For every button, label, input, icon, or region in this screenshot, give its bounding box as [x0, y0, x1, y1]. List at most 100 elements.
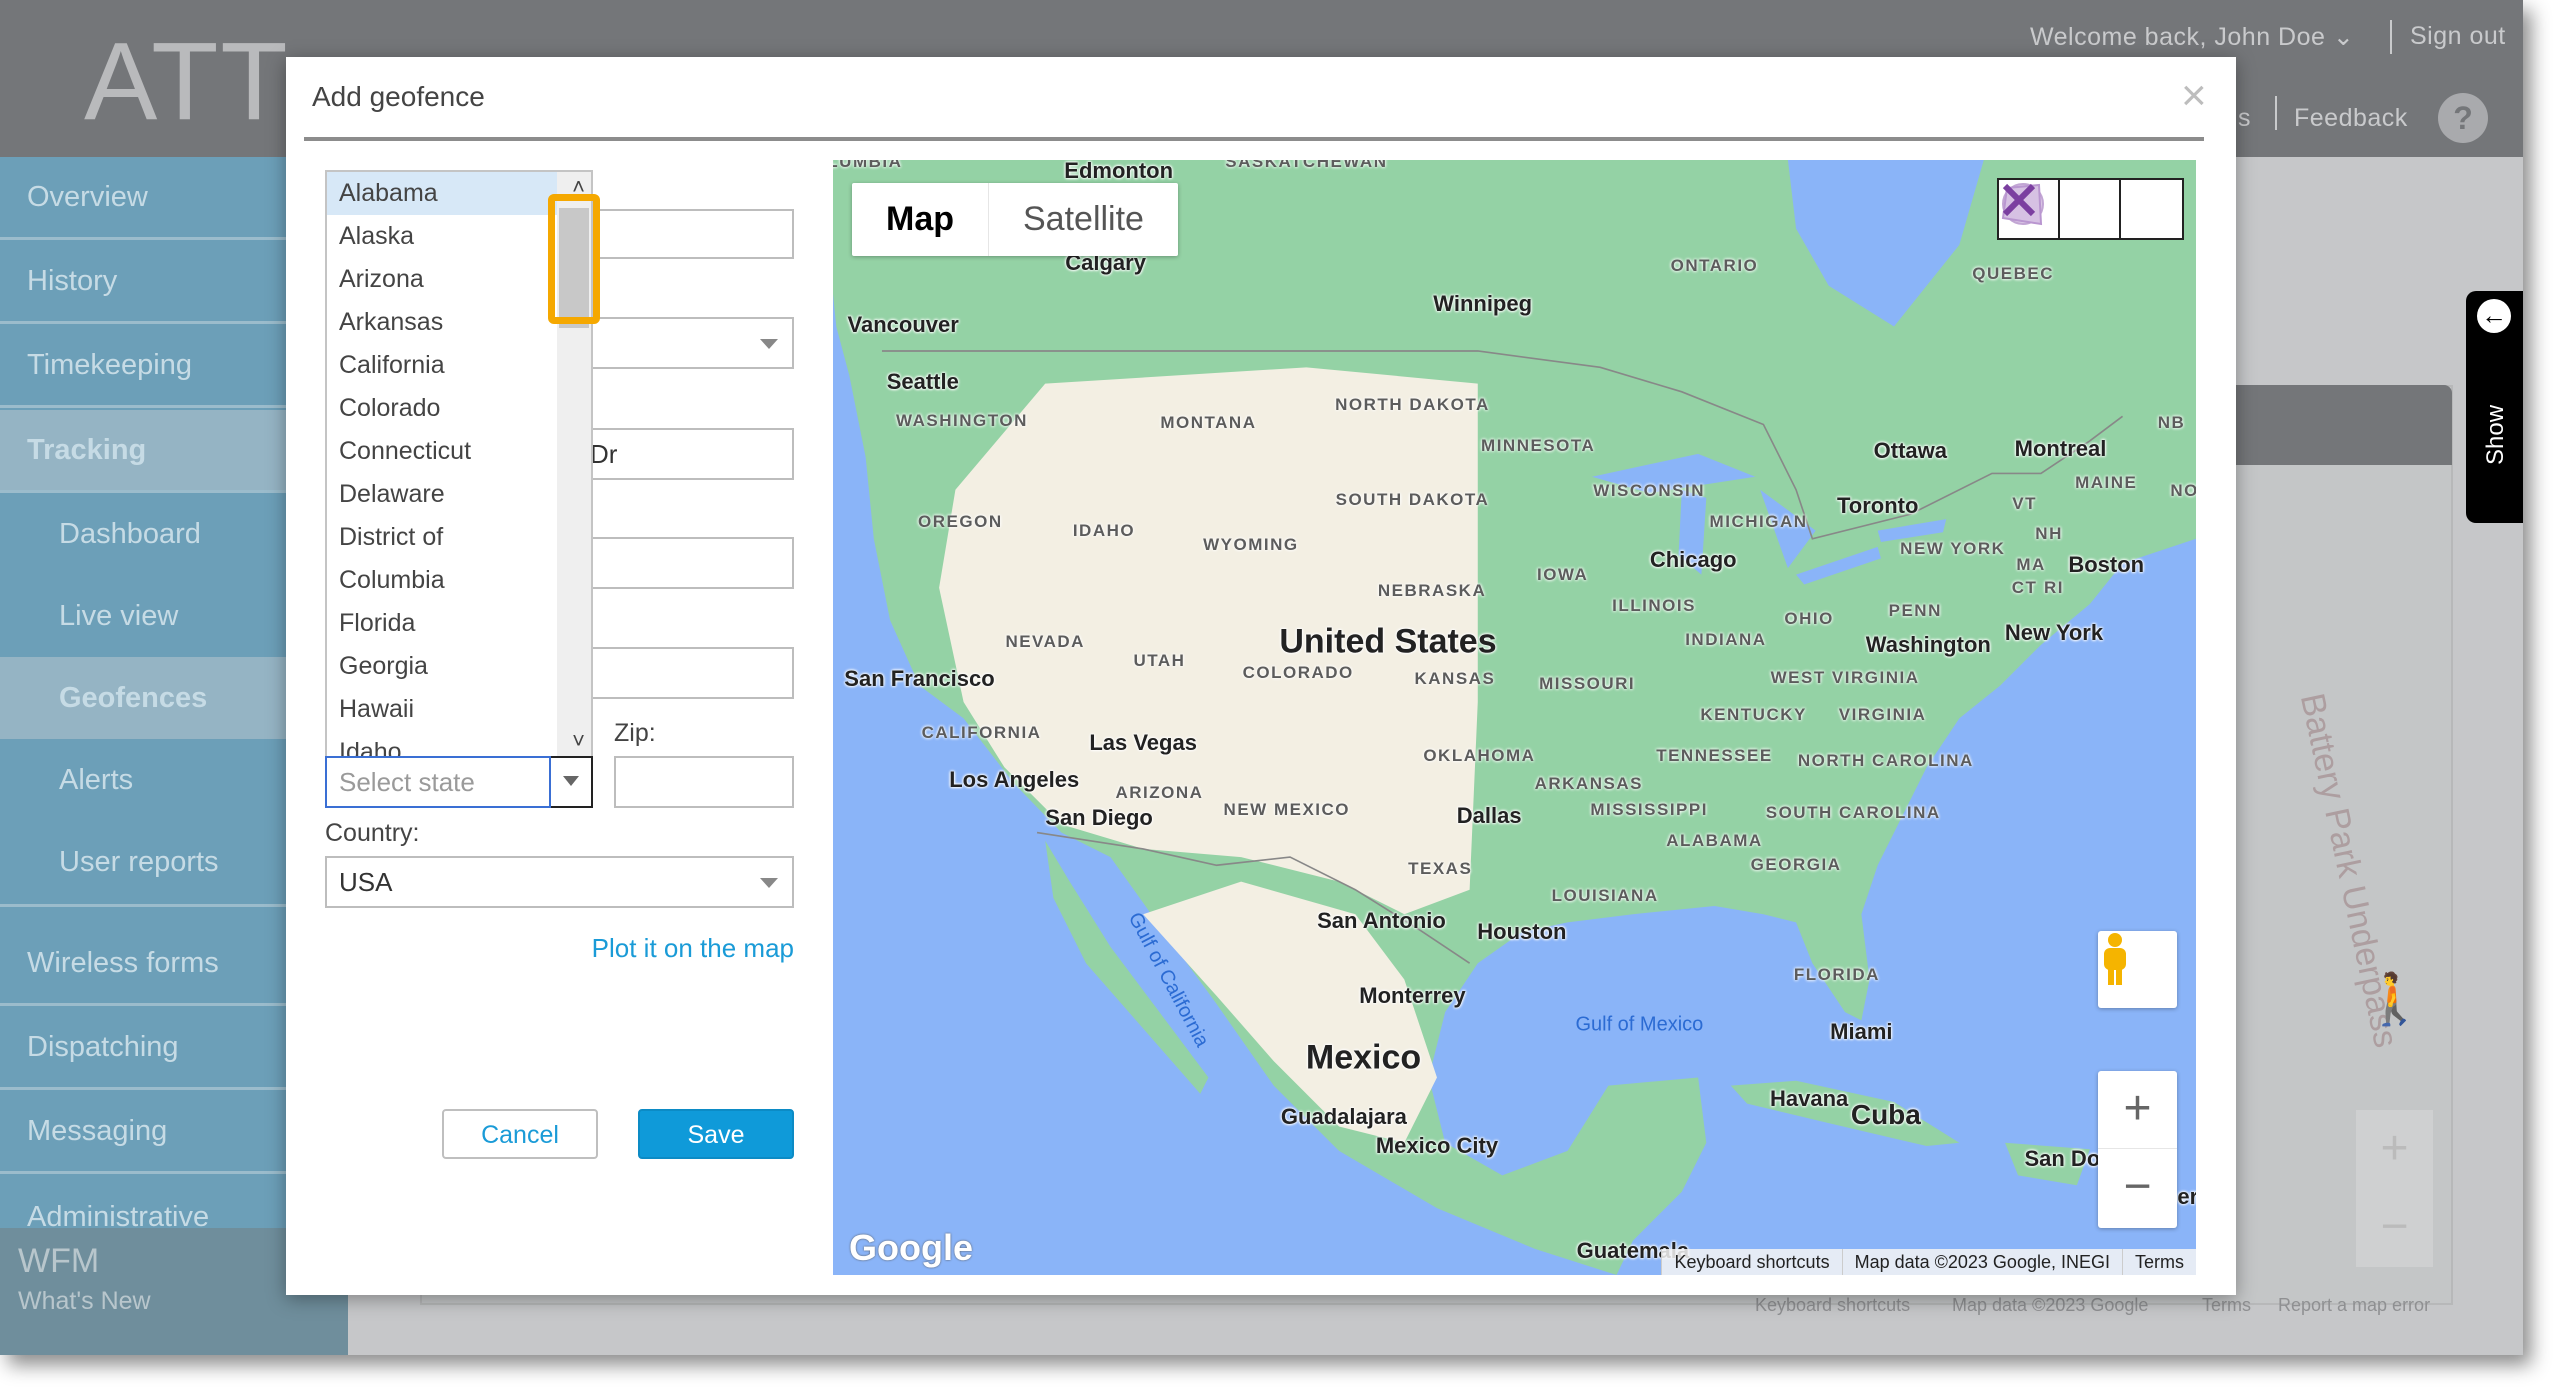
map-label: er — [2177, 1183, 2196, 1209]
map-label: IDAHO — [1072, 520, 1136, 540]
background-zoom-control: + − — [2356, 1110, 2433, 1267]
map-type-map-button[interactable]: Map — [852, 183, 989, 256]
sign-out-link[interactable]: Sign out — [2410, 22, 2506, 51]
map-label: OLUMBIA — [833, 160, 903, 171]
state-option[interactable]: Colorado — [327, 387, 591, 430]
name-input[interactable] — [586, 209, 794, 259]
zoom-out-button[interactable]: − — [2098, 1149, 2177, 1227]
map-label: MA — [2016, 554, 2046, 574]
map-type-satellite-button[interactable]: Satellite — [989, 183, 1178, 256]
map-label: ONTARIO — [1670, 256, 1759, 276]
map-label: SASKATCHEWAN — [1225, 160, 1388, 171]
label: Tracking — [27, 433, 147, 466]
map-label: NORTH CAROLINA — [1797, 750, 1974, 770]
map-label: San Diego — [1045, 804, 1153, 830]
bg-attr[interactable]: Report a map error — [2278, 1295, 2430, 1316]
terms-link[interactable]: Terms — [2122, 1249, 2196, 1275]
help-icon[interactable]: ? — [2438, 93, 2488, 143]
map-label: GEORGIA — [1750, 855, 1842, 875]
map-label: ALABAMA — [1666, 830, 1763, 850]
save-button[interactable]: Save — [638, 1109, 794, 1159]
scroll-down-icon[interactable]: ˅ — [572, 728, 585, 754]
state-option[interactable]: Connecticut — [327, 430, 591, 473]
state-option[interactable]: Hawaii — [327, 688, 591, 731]
clear-shapes-icon[interactable] — [2002, 180, 2182, 238]
map-label: NH — [2035, 523, 2063, 543]
state-dropdown-button[interactable] — [551, 756, 593, 808]
zoom-in-button[interactable]: + — [2098, 1071, 2177, 1149]
show-label: Show — [2482, 404, 2509, 465]
map-label: OKLAHOMA — [1423, 745, 1536, 765]
highlight-box — [548, 194, 600, 324]
map-label: TEXAS — [1408, 858, 1473, 878]
plot-on-map-link[interactable]: Plot it on the map — [306, 933, 794, 964]
city-input[interactable] — [586, 647, 794, 699]
state-option[interactable]: Delaware — [327, 473, 591, 516]
map-type-control: Map Satellite — [852, 183, 1178, 256]
bg-attr: Map data ©2023 Google — [1952, 1295, 2149, 1315]
map-label: Boston — [2068, 551, 2145, 577]
state-option[interactable]: Columbia — [327, 559, 591, 602]
map-label: Seattle — [886, 369, 959, 395]
map-label: Dallas — [1456, 803, 1522, 829]
keyboard-shortcuts-link[interactable]: Keyboard shortcuts — [1661, 1249, 1841, 1275]
map-label: Cuba — [1850, 1099, 1921, 1130]
map-label: ARIZONA — [1115, 783, 1204, 803]
map-label: Winnipeg — [1433, 290, 1533, 316]
cancel-button[interactable]: Cancel — [442, 1109, 598, 1159]
label: Geofences — [59, 681, 208, 714]
pegman-icon[interactable] — [2098, 931, 2177, 1008]
state-option[interactable]: California — [327, 344, 591, 387]
dialog-title: Add geofence — [312, 81, 485, 112]
bg-attr[interactable]: Keyboard shortcuts — [1755, 1295, 1910, 1316]
state-option[interactable]: District of — [327, 516, 591, 559]
state-option[interactable]: Georgia — [327, 645, 591, 688]
map-label: RI — [2043, 577, 2064, 597]
label: Alerts — [59, 763, 134, 796]
map-label: ILLINOIS — [1612, 595, 1696, 615]
welcome-menu[interactable]: Welcome back, John Doe ⌄ — [2030, 22, 2354, 52]
map-label: KENTUCKY — [1700, 705, 1807, 725]
country-select[interactable]: USA — [325, 856, 794, 908]
map-label: CALIFORNIA — [921, 723, 1042, 742]
address-input[interactable]: Dr — [586, 428, 794, 480]
zip-input[interactable] — [614, 756, 794, 808]
state-option[interactable]: Idaho — [327, 731, 591, 756]
map-label: Ottawa — [1873, 437, 1948, 463]
map-label: NEBRASKA — [1377, 580, 1487, 600]
map-data-text: Map data ©2023 Google, INEGI — [1841, 1249, 2122, 1275]
map-label: COLORADO — [1242, 662, 1354, 682]
label: User reports — [59, 846, 219, 878]
show-panel-toggle[interactable]: ← Show — [2466, 291, 2523, 523]
map-label: Edmonton — [1064, 160, 1174, 184]
map-label: Houston — [1477, 919, 1567, 945]
arrow-left-icon: ← — [2477, 299, 2511, 333]
state-input[interactable]: Select state — [325, 756, 551, 808]
state-option[interactable]: Florida — [327, 602, 591, 645]
pegman-icon-faded: 🚶 — [2363, 971, 2426, 1027]
map-label: ARKANSAS — [1534, 773, 1643, 793]
map-label: OHIO — [1784, 608, 1834, 628]
header-link-partial[interactable]: s — [2238, 104, 2251, 133]
type-select[interactable] — [586, 317, 794, 369]
map-label: NO — [2170, 481, 2196, 501]
bg-attr[interactable]: Terms — [2202, 1295, 2251, 1316]
whats-new-link[interactable]: What's New — [18, 1287, 330, 1316]
country-label: Country: — [325, 819, 420, 847]
label: History — [27, 265, 118, 297]
map-label: Miami — [1830, 1018, 1893, 1044]
map-label: VIRGINIA — [1838, 705, 1927, 725]
map-label: NORTH DAKOTA — [1335, 394, 1490, 414]
map-label: Mexico — [1305, 1038, 1422, 1077]
map-label: Las Vegas — [1089, 729, 1197, 755]
map-attribution: Keyboard shortcuts Map data ©2023 Google… — [1661, 1249, 2196, 1275]
map-label: MAINE — [2075, 473, 2138, 493]
map[interactable]: OLUMBIAEdmontonSASKATCHEWANCalgaryVancou… — [833, 160, 2196, 1275]
map-label: Monterrey — [1359, 982, 1466, 1008]
feedback-link[interactable]: Feedback — [2294, 104, 2408, 133]
map-label: Los Angeles — [949, 767, 1080, 793]
close-icon[interactable]: × — [2181, 71, 2207, 121]
map-label: Mexico City — [1375, 1133, 1499, 1159]
address2-input[interactable] — [586, 537, 794, 589]
map-geography — [833, 160, 2196, 1275]
